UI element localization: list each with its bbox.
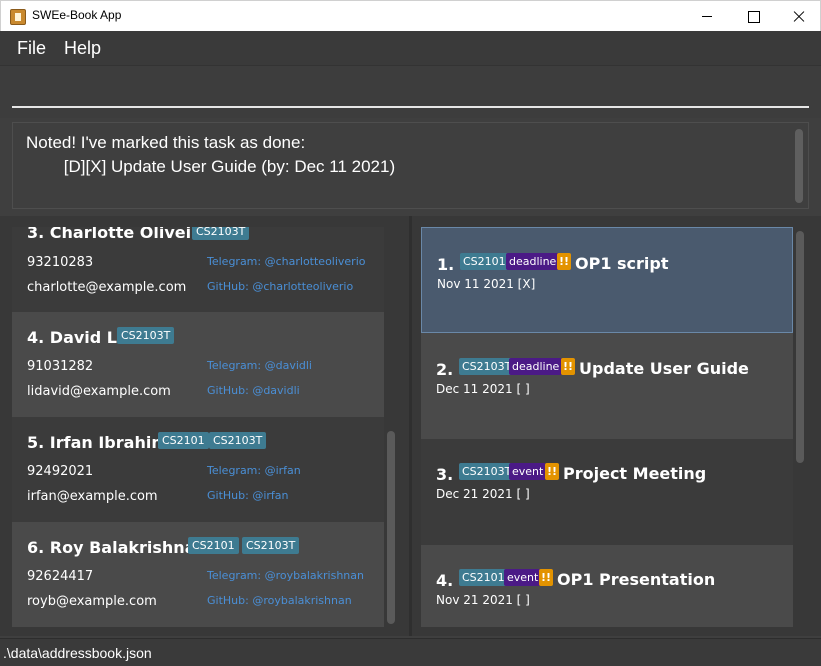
task-card[interactable]: 3. CS2103T event !! Project Meeting Dec … [421,439,793,545]
person-telegram[interactable]: Telegram: @roybalakrishnan [207,569,364,582]
person-email: charlotte@example.com [27,280,187,295]
task-description: OP1 Presentation [557,570,716,589]
person-tag: CS2103T [117,327,175,344]
task-priority-tag: !! [539,569,554,586]
person-phone: 92624417 [27,569,94,584]
person-github[interactable]: GitHub: @irfan [207,489,289,502]
person-list: 3. Charlotte Oliveiro CS2103T 93210283 T… [12,227,384,627]
maximize-icon[interactable] [730,1,776,32]
task-date: Dec 11 2021 [ ] [436,382,530,396]
task-date: Nov 11 2021 [X] [437,277,536,291]
task-module-tag: CS2101 [460,253,509,270]
task-card[interactable]: 1. CS2101 deadline !! OP1 script Nov 11 … [421,227,793,333]
task-number: 3. [436,465,454,484]
result-display: Noted! I've marked this task as done: [D… [12,122,809,209]
person-email: royb@example.com [27,594,157,609]
person-name: 3. Charlotte Oliveiro [27,227,211,242]
person-name: 5. Irfan Ibrahim [27,433,168,452]
command-input[interactable] [12,78,809,108]
person-card[interactable]: 6. Roy Balakrishnan CS2101 CS2103T 92624… [12,522,384,627]
task-date: Nov 21 2021 [ ] [436,593,530,607]
task-list: 1. CS2101 deadline !! OP1 script Nov 11 … [421,227,793,627]
person-tag: CS2103T [209,432,267,449]
person-tag: CS2103T [242,537,300,554]
menu-help[interactable]: Help [64,38,101,59]
task-date: Dec 21 2021 [ ] [436,487,530,501]
task-type-tag: deadline [506,253,560,270]
close-icon[interactable] [776,1,821,32]
person-card[interactable]: 3. Charlotte Oliveiro CS2103T 93210283 T… [12,227,384,312]
person-telegram[interactable]: Telegram: @irfan [207,464,301,477]
person-name: 6. Roy Balakrishnan [27,538,207,557]
task-number: 1. [437,255,455,274]
person-list-panel: 3. Charlotte Oliveiro CS2103T 93210283 T… [0,216,409,636]
task-type-tag: event [504,569,542,586]
person-github[interactable]: GitHub: @charlotteoliverio [207,280,353,293]
status-file-path: .\data\addressbook.json [3,645,152,661]
menu-bar: File Help [0,31,821,66]
menu-file[interactable]: File [17,38,46,59]
person-tag: CS2101 [188,537,239,554]
task-priority-tag: !! [557,253,572,270]
person-telegram[interactable]: Telegram: @davidli [207,359,312,372]
person-card[interactable]: 4. David Li CS2103T 91031282 Telegram: @… [12,312,384,417]
task-description: Update User Guide [579,359,749,378]
task-type-tag: event [509,463,547,480]
person-name: 4. David Li [27,328,123,347]
person-tag: CS2101 [158,432,209,449]
task-number: 2. [436,360,454,379]
task-priority-tag: !! [545,463,560,480]
window-title: SWEe-Book App [32,8,122,22]
task-module-tag: CS2101 [459,569,508,586]
person-email: irfan@example.com [27,489,158,504]
app-icon [10,9,26,25]
person-telegram[interactable]: Telegram: @charlotteoliverio [207,255,366,268]
result-line-2: [D][X] Update User Guide (by: Dec 11 202… [26,157,396,176]
minimize-icon[interactable] [684,1,730,32]
person-github[interactable]: GitHub: @davidli [207,384,300,397]
task-module-tag: CS2103T [459,463,515,480]
command-box [0,66,821,118]
task-description: Project Meeting [563,464,707,483]
task-type-tag: deadline [509,358,563,375]
person-tag: CS2103T [192,227,250,240]
person-phone: 92492021 [27,464,94,479]
title-bar: SWEe-Book App [0,0,821,31]
result-scrollbar[interactable] [795,129,803,203]
person-list-scrollbar[interactable] [387,431,395,624]
person-github[interactable]: GitHub: @roybalakrishnan [207,594,352,607]
task-number: 4. [436,571,454,590]
task-priority-tag: !! [561,358,576,375]
task-card[interactable]: 4. CS2101 event !! OP1 Presentation Nov … [421,545,793,627]
task-module-tag: CS2103T [459,358,515,375]
person-phone: 91031282 [27,359,94,374]
task-card[interactable]: 2. CS2103T deadline !! Update User Guide… [421,333,793,439]
person-email: lidavid@example.com [27,384,171,399]
task-description: OP1 script [575,254,669,273]
person-card[interactable]: 5. Irfan Ibrahim CS2101 CS2103T 92492021… [12,417,384,522]
status-bar: .\data\addressbook.json [0,638,821,666]
person-phone: 93210283 [27,255,94,270]
task-list-panel: 1. CS2101 deadline !! OP1 script Nov 11 … [412,216,821,636]
task-list-scrollbar[interactable] [796,231,804,463]
result-line-1: Noted! I've marked this task as done: [26,133,306,152]
